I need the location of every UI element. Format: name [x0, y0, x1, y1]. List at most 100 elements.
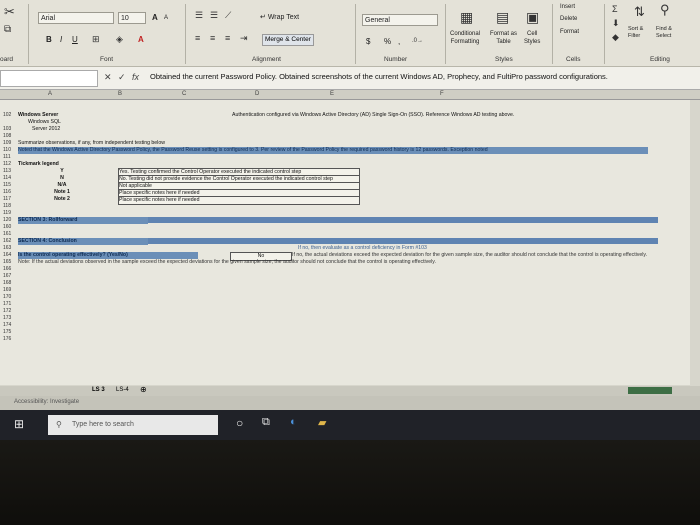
sheet-tab[interactable]: LS-4	[116, 387, 129, 393]
format-button[interactable]: Format	[560, 27, 579, 38]
row-number[interactable]: 119	[3, 210, 17, 217]
increase-decimal-icon[interactable]: .0→	[412, 36, 423, 47]
align-right-icon[interactable]: ≡	[225, 33, 230, 44]
worksheet-grid[interactable]: 102 Windows Server Authentication config…	[0, 100, 690, 385]
row-number[interactable]: 120	[3, 217, 17, 224]
row-number[interactable]: 161	[3, 231, 17, 238]
cell-a[interactable]: Noted that the Windows Active Directory …	[18, 147, 648, 154]
cancel-icon[interactable]: ✕	[104, 72, 112, 83]
fill-icon[interactable]: ⬇	[612, 18, 620, 29]
sort-filter-button[interactable]: Sort & Filter	[628, 26, 643, 40]
cell-a[interactable]: Y	[52, 168, 72, 175]
cell-styles-button[interactable]: Cell Styles	[524, 30, 540, 46]
currency-button[interactable]: $	[366, 36, 370, 47]
wrap-text-button[interactable]: ↵ Wrap Text	[260, 12, 299, 23]
cell-a[interactable]: Note 1	[46, 189, 78, 196]
column-header-e[interactable]: E	[330, 91, 334, 97]
clear-icon[interactable]: ◆	[612, 32, 619, 43]
row-number[interactable]: 112	[3, 161, 17, 168]
cell-a[interactable]: N	[52, 175, 72, 182]
cell-a[interactable]: Server 2012	[32, 126, 96, 133]
cell-a[interactable]: Windows SQL	[28, 119, 96, 126]
sheet-tab[interactable]: LS 3	[92, 387, 105, 393]
row-number[interactable]: 176	[3, 336, 17, 343]
row-number[interactable]: 170	[3, 294, 17, 301]
row-number[interactable]: 108	[3, 133, 17, 140]
cell-c[interactable]: Place specific notes here if needed	[118, 196, 360, 205]
cell-a[interactable]: Windows Server	[18, 112, 96, 119]
row-number[interactable]: 103	[3, 126, 17, 133]
scrollbar-thumb[interactable]	[628, 387, 672, 394]
underline-button[interactable]: U	[72, 34, 78, 45]
align-center-icon[interactable]: ≡	[210, 33, 215, 44]
cell-a[interactable]: Tickmark legend	[18, 161, 158, 168]
row-number[interactable]: 162	[3, 238, 17, 245]
row-number[interactable]: 174	[3, 322, 17, 329]
row-number[interactable]: 167	[3, 273, 17, 280]
row-number[interactable]: 173	[3, 315, 17, 322]
row-number[interactable]: 164	[3, 252, 17, 259]
cell-c[interactable]: If no, then evaluate as a control defici…	[298, 245, 498, 252]
align-left-icon[interactable]: ≡	[195, 33, 200, 44]
confirm-icon[interactable]: ✓	[118, 72, 126, 83]
column-header-d[interactable]: D	[255, 91, 259, 97]
format-as-table-icon[interactable]: ▤	[496, 10, 509, 24]
font-color-button[interactable]: A	[138, 34, 144, 45]
task-view-icon[interactable]: ⧉	[262, 416, 270, 429]
bold-button[interactable]: B	[46, 34, 52, 45]
cell-styles-icon[interactable]: ▣	[526, 10, 539, 24]
row-number[interactable]: 109	[3, 140, 17, 147]
autosum-icon[interactable]: Σ	[612, 4, 618, 15]
column-header-b[interactable]: B	[118, 91, 122, 97]
file-explorer-icon[interactable]: ▰	[318, 416, 326, 429]
accessibility-status[interactable]: Accessibility: Investigate	[14, 399, 79, 405]
cell-a[interactable]: N/A	[52, 182, 72, 189]
row-number[interactable]: 118	[3, 203, 17, 210]
name-box[interactable]	[0, 70, 98, 87]
cell-a[interactable]: Note 2	[46, 196, 78, 203]
row-number[interactable]: 166	[3, 266, 17, 273]
row-number[interactable]: 110	[3, 147, 17, 154]
cortana-icon[interactable]: ○	[236, 416, 243, 430]
fill-color-icon[interactable]: ◈	[116, 34, 123, 45]
row-number[interactable]: 114	[3, 175, 17, 182]
row-number[interactable]: 171	[3, 301, 17, 308]
row-number[interactable]: 111	[3, 154, 17, 161]
orientation-icon[interactable]: ⟋	[225, 10, 231, 21]
formula-input[interactable]: Obtained the current Password Policy. Ob…	[150, 72, 608, 81]
row-number[interactable]: 175	[3, 329, 17, 336]
windows-start-icon[interactable]: ⊞	[14, 417, 24, 431]
edge-icon[interactable]: ◐	[290, 416, 297, 428]
row-number[interactable]: 117	[3, 196, 17, 203]
cell-a[interactable]: Is the control operating effectively? (Y…	[18, 252, 198, 259]
borders-icon[interactable]: ⊞	[92, 34, 100, 45]
shrink-font-button[interactable]: A	[164, 13, 168, 24]
row-number[interactable]: 113	[3, 168, 17, 175]
cell-d[interactable]: If no, the actual deviations exceed the …	[292, 252, 652, 259]
grow-font-button[interactable]: A	[152, 12, 158, 23]
column-header-c[interactable]: C	[182, 91, 186, 97]
cell-a[interactable]: SECTION 3: Rollforward	[18, 217, 148, 224]
font-name-select[interactable]: Arial	[38, 12, 114, 24]
conditional-formatting-button[interactable]: Conditional Formatting	[450, 30, 480, 46]
row-number[interactable]: 165	[3, 259, 17, 266]
cell-c[interactable]: Authentication configured via Windows Ac…	[232, 112, 682, 119]
delete-button[interactable]: Delete	[560, 14, 577, 25]
number-format-select[interactable]: General	[362, 14, 438, 26]
conditional-formatting-icon[interactable]: ▦	[460, 10, 473, 24]
insert-function-icon[interactable]: fx	[132, 72, 139, 82]
row-number[interactable]: 168	[3, 280, 17, 287]
add-sheet-icon[interactable]: ⊕	[140, 385, 147, 394]
align-top-icon[interactable]: ☰	[195, 10, 203, 21]
percent-button[interactable]: %	[384, 36, 391, 47]
format-as-table-button[interactable]: Format as Table	[490, 30, 517, 46]
row-number[interactable]: 172	[3, 308, 17, 315]
sort-filter-icon[interactable]: ⇅	[634, 5, 645, 18]
indent-icon[interactable]: ⇥	[240, 33, 248, 44]
cell-a[interactable]: Note: If the actual deviations observed …	[18, 259, 438, 266]
cell-a[interactable]: Summarize observations, if any, from ind…	[18, 140, 318, 147]
merge-center-button[interactable]: Merge & Center	[262, 34, 314, 46]
font-size-select[interactable]: 10	[118, 12, 146, 24]
row-number[interactable]: 160	[3, 224, 17, 231]
cell-a[interactable]: SECTION 4: Conclusion	[18, 238, 148, 245]
